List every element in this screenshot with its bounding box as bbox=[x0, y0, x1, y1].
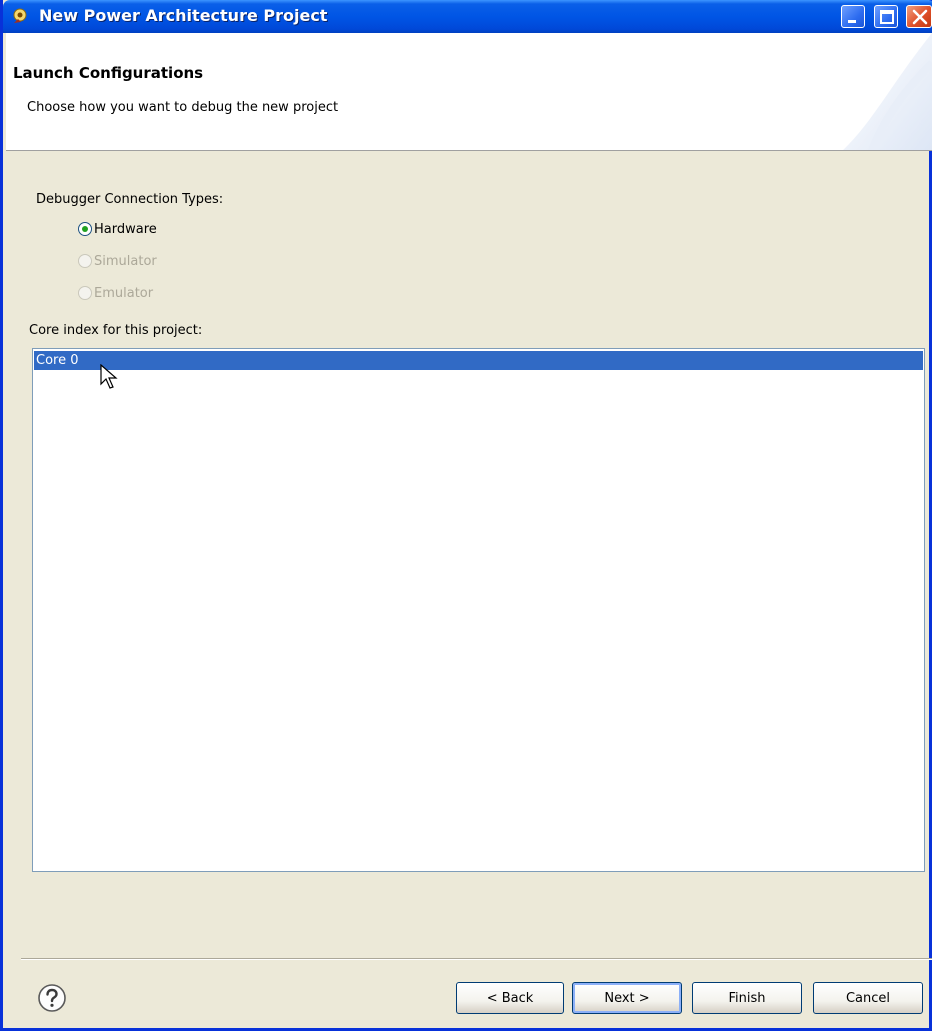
app-icon bbox=[11, 7, 31, 27]
radio-label-simulator: Simulator bbox=[94, 253, 157, 269]
wizard-header: Launch Configurations Choose how you wan… bbox=[6, 33, 932, 151]
radio-hardware[interactable]: Hardware bbox=[78, 220, 157, 238]
page-description: Choose how you want to debug the new pro… bbox=[27, 100, 339, 115]
radio-label-hardware: Hardware bbox=[94, 221, 157, 237]
finish-button[interactable]: Finish bbox=[692, 982, 802, 1014]
button-separator bbox=[21, 958, 932, 960]
core-index-label: Core index for this project: bbox=[29, 323, 203, 338]
maximize-button[interactable] bbox=[874, 5, 898, 28]
list-item-core-0[interactable]: Core 0 bbox=[34, 351, 923, 370]
radio-button[interactable] bbox=[78, 222, 92, 236]
mouse-cursor-icon bbox=[100, 364, 118, 389]
help-icon bbox=[38, 984, 66, 1012]
page-title: Launch Configurations bbox=[13, 64, 204, 82]
title-bar[interactable]: New Power Architecture Project bbox=[3, 0, 932, 33]
radio-button bbox=[78, 254, 92, 268]
header-decoration bbox=[843, 33, 932, 150]
radio-simulator: Simulator bbox=[78, 252, 157, 270]
debugger-types-label: Debugger Connection Types: bbox=[36, 192, 224, 207]
radio-button bbox=[78, 286, 92, 300]
minimize-button[interactable] bbox=[841, 5, 865, 28]
core-list[interactable]: Core 0 bbox=[32, 348, 925, 872]
window-title: New Power Architecture Project bbox=[39, 6, 328, 25]
maximize-icon bbox=[880, 10, 894, 24]
back-button[interactable]: < Back bbox=[456, 982, 564, 1014]
close-button[interactable] bbox=[906, 5, 932, 28]
dialog-window: New Power Architecture Project Launch Co… bbox=[0, 0, 932, 1031]
radio-label-emulator: Emulator bbox=[94, 285, 154, 301]
cancel-button[interactable]: Cancel bbox=[813, 982, 923, 1014]
radio-emulator: Emulator bbox=[78, 284, 153, 302]
next-button[interactable]: Next > bbox=[572, 982, 682, 1014]
minimize-icon bbox=[848, 20, 856, 23]
close-icon bbox=[912, 9, 928, 25]
help-button[interactable] bbox=[37, 983, 67, 1013]
